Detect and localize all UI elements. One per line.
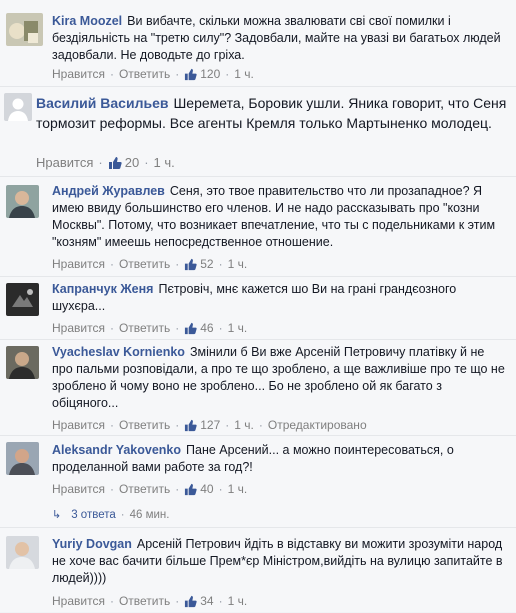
comment-actions: Нравится · 20 · 1 ч. bbox=[36, 155, 175, 174]
edited-label[interactable]: Отредактировано bbox=[268, 418, 367, 432]
reply-arrow-icon: ↳ bbox=[52, 509, 62, 521]
like-count[interactable]: 52 bbox=[200, 257, 213, 271]
comment-actions: Нравится · Ответить · 40 · 1 ч. bbox=[52, 481, 247, 500]
thumbs-up-icon bbox=[108, 156, 122, 174]
comment: Андрей Журавлев Сеня, это твое правительс… bbox=[0, 176, 516, 277]
comment-author[interactable]: Василий Васильев bbox=[36, 95, 168, 111]
avatar[interactable] bbox=[6, 13, 43, 46]
comment-author[interactable]: Андрей Журавлев bbox=[52, 184, 165, 198]
comment-timestamp[interactable]: 1 ч. bbox=[234, 418, 254, 432]
like-count[interactable]: 40 bbox=[200, 482, 213, 496]
comment-text: Aleksandr Yakovenko Пане Арсений... а мож… bbox=[52, 442, 508, 476]
avatar[interactable] bbox=[6, 442, 39, 475]
avatar[interactable] bbox=[6, 185, 39, 218]
like-count[interactable]: 120 bbox=[200, 67, 220, 81]
reply-button[interactable]: Ответить bbox=[119, 594, 170, 608]
comment-text: Василий Васильев Шеремета, Боровик ушли. … bbox=[36, 93, 508, 133]
like-button[interactable]: Нравится bbox=[52, 482, 105, 496]
thumbs-up-icon bbox=[184, 258, 197, 275]
comment: Vyacheslav Kornienko Змінили б Ви вже Арс… bbox=[0, 339, 516, 436]
like-button[interactable]: Нравится bbox=[52, 594, 105, 608]
comments-feed: Kira Moozel Ви вибачте, скільки можна зва… bbox=[0, 0, 516, 612]
like-count[interactable]: 46 bbox=[200, 321, 213, 335]
thumbs-up-icon bbox=[184, 595, 197, 612]
comment-text: Vyacheslav Kornienko Змінили б Ви вже Арс… bbox=[52, 344, 508, 412]
comment: Василий Васильев Шеремета, Боровик ушли. … bbox=[0, 86, 516, 177]
comment-timestamp[interactable]: 1 ч. bbox=[228, 321, 248, 335]
comment-timestamp[interactable]: 1 ч. bbox=[228, 257, 248, 271]
comment-actions: Нравится · Ответить · 120 · 1 ч. bbox=[52, 66, 254, 85]
avatar[interactable] bbox=[6, 346, 39, 379]
comment-actions: Нравится · Ответить · 34 · 1 ч. bbox=[52, 593, 247, 612]
avatar[interactable] bbox=[4, 93, 32, 121]
like-button[interactable]: Нравится bbox=[52, 418, 105, 432]
comment-timestamp[interactable]: 1 ч. bbox=[154, 155, 175, 170]
reply-button[interactable]: Ответить bbox=[119, 67, 170, 81]
view-replies-link[interactable]: 3 ответа bbox=[71, 509, 116, 521]
comment: Yuriy Dovgan Арсеній Петрович йдіть в від… bbox=[0, 527, 516, 613]
reply-button[interactable]: Ответить bbox=[119, 321, 170, 335]
view-replies-row: ↳ 3 ответа · 46 мин. bbox=[52, 509, 170, 521]
comment: Aleksandr Yakovenko Пане Арсений... а мож… bbox=[0, 435, 516, 502]
thumbs-up-icon bbox=[184, 419, 197, 436]
comment-timestamp[interactable]: 1 ч. bbox=[228, 482, 248, 496]
comment-text: Yuriy Dovgan Арсеній Петрович йдіть в від… bbox=[52, 536, 508, 587]
avatar[interactable] bbox=[6, 283, 39, 316]
comment-actions: Нравится · Ответить · 127 · 1 ч. · Отредактирова… bbox=[52, 417, 367, 436]
like-button[interactable]: Нравится bbox=[52, 67, 105, 81]
comment-author[interactable]: Vyacheslav Kornienko bbox=[52, 345, 185, 359]
like-button[interactable]: Нравится bbox=[52, 257, 105, 271]
comment-actions: Нравится · Ответить · 52 · 1 ч. bbox=[52, 256, 247, 275]
comment-text: Капранчук Женя Пєтровіч, мнє кажется шо В… bbox=[52, 281, 508, 315]
like-count[interactable]: 127 bbox=[200, 418, 220, 432]
comment-author[interactable]: Aleksandr Yakovenko bbox=[52, 443, 181, 457]
reply-button[interactable]: Ответить bbox=[119, 418, 170, 432]
avatar[interactable] bbox=[6, 536, 39, 569]
comment-author[interactable]: Yuriy Dovgan bbox=[52, 537, 132, 551]
comment-author[interactable]: Капранчук Женя bbox=[52, 282, 153, 296]
comment: Капранчук Женя Пєтровіч, мнє кажется шо В… bbox=[0, 276, 516, 340]
like-button[interactable]: Нравится bbox=[52, 321, 105, 335]
comment-actions: Нравится · Ответить · 46 · 1 ч. bbox=[52, 320, 247, 339]
replies-timestamp: 46 мин. bbox=[129, 509, 170, 521]
thumbs-up-icon bbox=[184, 68, 197, 85]
comment-timestamp[interactable]: 1 ч. bbox=[228, 594, 248, 608]
like-count[interactable]: 20 bbox=[125, 155, 139, 170]
comment-author[interactable]: Kira Moozel bbox=[52, 14, 122, 28]
comment: Kira Moozel Ви вибачте, скільки можна зва… bbox=[0, 0, 516, 86]
thumbs-up-icon bbox=[184, 483, 197, 500]
like-count[interactable]: 34 bbox=[200, 594, 213, 608]
reply-button[interactable]: Ответить bbox=[119, 257, 170, 271]
like-button[interactable]: Нравится bbox=[36, 155, 93, 170]
comment-timestamp[interactable]: 1 ч. bbox=[234, 67, 254, 81]
comment-text: Kira Moozel Ви вибачте, скільки можна зва… bbox=[52, 13, 508, 64]
thumbs-up-icon bbox=[184, 322, 197, 339]
comment-text: Андрей Журавлев Сеня, это твое правительс… bbox=[52, 183, 508, 251]
reply-button[interactable]: Ответить bbox=[119, 482, 170, 496]
